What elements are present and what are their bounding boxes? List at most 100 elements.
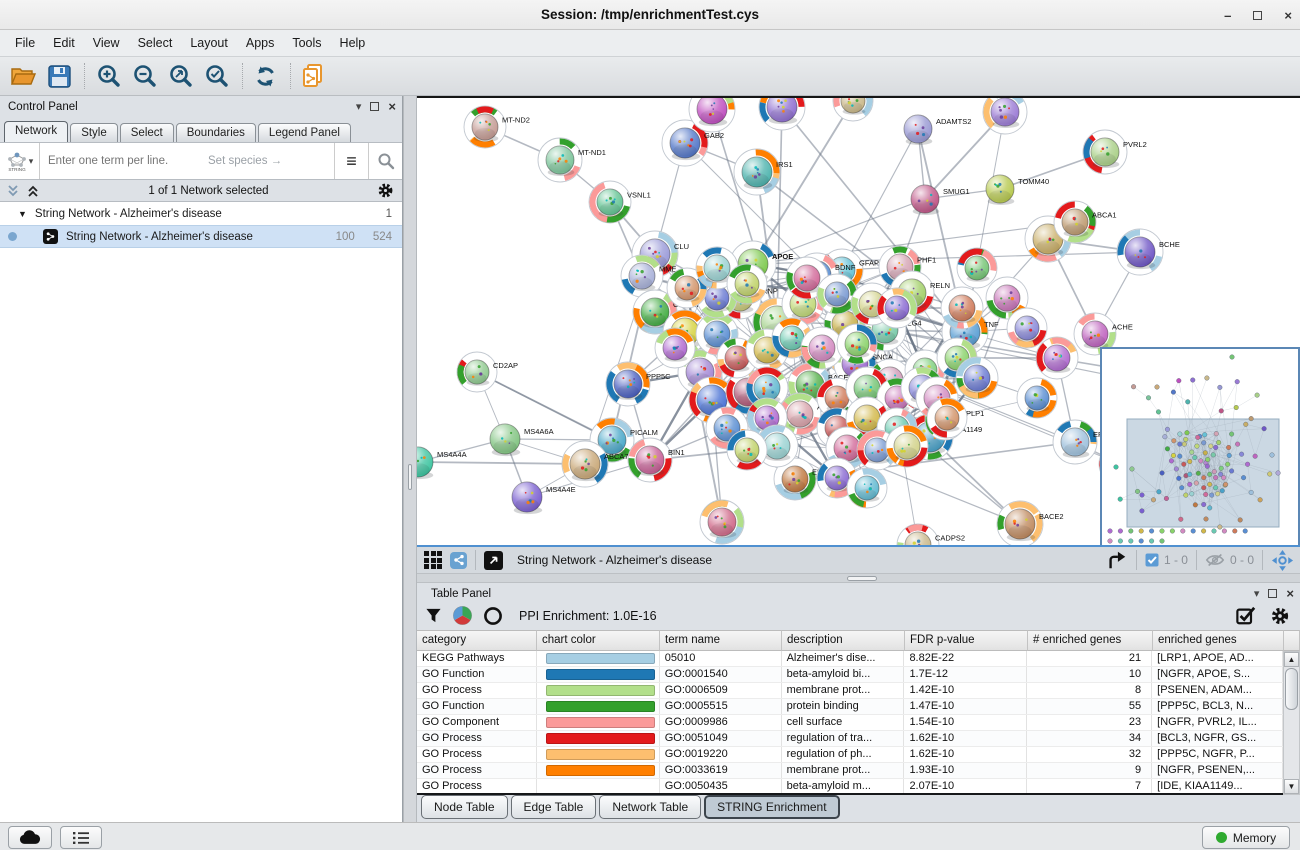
menu-item-help[interactable]: Help (331, 30, 375, 57)
tab-string-enrichment[interactable]: STRING Enrichment (704, 795, 839, 819)
hidden-eye-icon[interactable] (1205, 552, 1225, 568)
column-header-fdr-p-value[interactable]: FDR p-value (905, 630, 1028, 651)
zoom-in-button[interactable] (94, 61, 124, 91)
string-protein-query-dropdown[interactable]: STRING ▾ (0, 143, 40, 179)
column-header-chart-color[interactable]: chart color (537, 630, 660, 651)
scroll-down-arrow[interactable]: ▼ (1284, 779, 1299, 794)
column-header-category[interactable]: category (417, 630, 537, 651)
string-search-button[interactable] (368, 143, 402, 179)
tab-network[interactable]: Network (4, 121, 68, 142)
splitter-handle[interactable] (408, 464, 412, 490)
save-session-button[interactable] (44, 61, 74, 91)
table-row[interactable]: GO ProcessGO:0019220regulation of ph...1… (417, 747, 1283, 763)
minimize-button[interactable]: – (1224, 8, 1231, 23)
menu-item-layout[interactable]: Layout (181, 30, 237, 57)
menu-item-apps[interactable]: Apps (237, 30, 284, 57)
selected-checkbox-icon[interactable] (1145, 553, 1159, 567)
network-node[interactable]: ADAMTS2 (904, 115, 971, 145)
network-node[interactable]: SMUG1 (911, 185, 970, 215)
network-node[interactable]: CADPS2 (893, 520, 965, 545)
horizontal-splitter[interactable] (417, 573, 1300, 583)
navigator-canvas[interactable] (1102, 349, 1298, 545)
navigator-toggle-icon[interactable] (1271, 549, 1294, 572)
string-term-input[interactable] (40, 154, 208, 168)
cloud-button[interactable] (8, 826, 52, 849)
grid-view-icon[interactable] (424, 551, 442, 569)
close-button[interactable]: × (1284, 8, 1292, 23)
network-node[interactable]: BCHE (1112, 224, 1179, 279)
tab-node-table[interactable]: Node Table (421, 795, 508, 819)
close-panel-icon[interactable]: × (1286, 586, 1294, 601)
refresh-network-button[interactable] (250, 61, 280, 91)
column-header-term-name[interactable]: term name (660, 630, 782, 651)
tab-network-table[interactable]: Network Table (599, 795, 701, 819)
network-node[interactable] (696, 496, 748, 545)
menu-item-view[interactable]: View (84, 30, 129, 57)
network-collection-row[interactable]: ▼ String Network - Alzheimer's disease 1 (0, 202, 402, 225)
float-panel-icon[interactable] (370, 102, 379, 111)
share-view-icon[interactable] (450, 552, 467, 569)
zoom-out-button[interactable] (130, 61, 160, 91)
panel-menu-icon[interactable]: ▾ (356, 100, 362, 113)
set-species-link[interactable]: Set species → (208, 155, 334, 167)
zoom-selected-button[interactable] (202, 61, 232, 91)
table-row[interactable]: GO FunctionGO:0005515protein binding1.47… (417, 699, 1283, 715)
clone-network-button[interactable] (298, 61, 328, 91)
gear-icon[interactable] (377, 182, 394, 199)
remove-chart-icon[interactable] (483, 606, 503, 626)
select-all-checkbox-icon[interactable] (1236, 606, 1256, 626)
network-node[interactable] (754, 98, 809, 135)
panel-menu-icon[interactable]: ▾ (1254, 587, 1260, 600)
table-row[interactable]: GO ProcessGO:0050435beta-amyloid m...2.0… (417, 779, 1283, 795)
detach-view-icon[interactable] (484, 551, 503, 570)
table-scrollbar[interactable]: ▲ ▼ (1283, 651, 1300, 795)
memory-button[interactable]: Memory (1202, 826, 1290, 849)
column-header-description[interactable]: description (782, 630, 905, 651)
tab-legend-panel[interactable]: Legend Panel (258, 123, 351, 142)
export-view-icon[interactable] (1106, 549, 1128, 571)
table-row[interactable]: GO ProcessGO:0006509membrane prot...1.42… (417, 683, 1283, 699)
network-node[interactable]: PVRL2 (1082, 129, 1147, 176)
network-node[interactable]: MT-ND1 (536, 136, 606, 184)
enrichment-chart-icon[interactable] (452, 605, 473, 626)
network-node[interactable] (830, 98, 875, 124)
menu-item-file[interactable]: File (6, 30, 44, 57)
table-row[interactable]: GO ProcessGO:0033619membrane prot...1.93… (417, 763, 1283, 779)
float-panel-icon[interactable] (1268, 589, 1277, 598)
tab-select[interactable]: Select (120, 123, 174, 142)
network-node[interactable]: IRS1 (732, 147, 793, 198)
table-row[interactable]: GO ComponentGO:0009986cell surface1.54E-… (417, 715, 1283, 731)
network-node[interactable] (1017, 378, 1057, 418)
table-row[interactable]: GO ProcessGO:0051049regulation of tra...… (417, 731, 1283, 747)
collapse-all-icon[interactable] (6, 184, 20, 198)
tab-boundaries[interactable]: Boundaries (176, 123, 256, 142)
menu-item-tools[interactable]: Tools (283, 30, 330, 57)
network-node[interactable]: VSNL1 (586, 178, 651, 227)
filter-icon[interactable] (425, 607, 442, 624)
network-node[interactable]: PPP5C (603, 359, 672, 410)
tab-style[interactable]: Style (70, 123, 118, 142)
gear-icon[interactable] (1270, 606, 1290, 626)
menu-item-select[interactable]: Select (129, 30, 182, 57)
table-row[interactable]: GO FunctionGO:0001540beta-amyloid bi...1… (417, 667, 1283, 683)
network-node[interactable]: MS4A4E (512, 482, 576, 514)
vertical-splitter[interactable] (403, 96, 417, 822)
close-panel-icon[interactable]: × (388, 99, 396, 114)
task-history-button[interactable] (60, 826, 102, 849)
network-node[interactable]: BACE2 (993, 497, 1063, 545)
zoom-fit-button[interactable] (166, 61, 196, 91)
splitter-handle[interactable] (847, 576, 877, 581)
column-header-enriched-genes[interactable]: enriched genes (1153, 630, 1284, 651)
birds-eye-navigator[interactable] (1100, 347, 1300, 547)
scroll-thumb[interactable] (1285, 668, 1298, 710)
column-header--enriched-genes[interactable]: # enriched genes (1028, 630, 1153, 651)
maximize-button[interactable] (1253, 11, 1262, 20)
network-node[interactable] (956, 357, 998, 399)
network-view[interactable]: MT-ND2MT-ND1VSNL1GAB2IRS1ADAMTS2PVRL2TOM… (417, 96, 1300, 545)
network-row-selected[interactable]: String Network - Alzheimer's disease 100… (0, 225, 402, 248)
network-node[interactable]: MT-ND2 (460, 102, 530, 151)
network-node[interactable]: TOMM40 (986, 175, 1049, 205)
tab-edge-table[interactable]: Edge Table (511, 795, 597, 819)
expand-all-icon[interactable] (26, 184, 40, 198)
open-session-button[interactable] (8, 61, 38, 91)
